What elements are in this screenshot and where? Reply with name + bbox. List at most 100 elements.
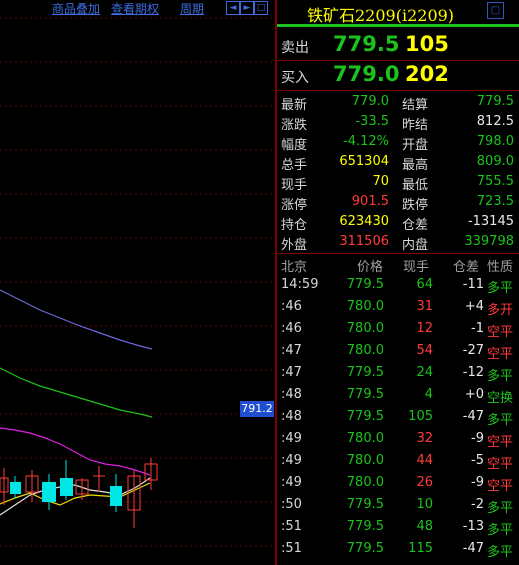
tick-row[interactable]: :47 779.5 24 -12 多平 xyxy=(277,362,519,384)
instrument-title: 铁矿石2209(i2209) xyxy=(307,6,455,25)
tick-time: :51 xyxy=(281,519,302,534)
tick-volume: 115 xyxy=(408,541,433,556)
tick-oi-change: -27 xyxy=(462,343,484,358)
header-price: 价格 xyxy=(357,260,384,275)
tick-price: 779.5 xyxy=(346,277,384,292)
tick-row[interactable]: :51 779.5 48 -13 多平 xyxy=(277,516,519,538)
nav-zoom-icon[interactable]: □ xyxy=(254,1,268,15)
ma-line-green xyxy=(0,367,153,418)
sell-price: 779.5 xyxy=(333,32,400,56)
sell-label: 卖出 xyxy=(281,40,309,56)
tick-nature: 空平 xyxy=(487,347,514,362)
quote-field-row: 最新 779.0 结算 779.5 xyxy=(277,92,519,113)
field-label: 内盘 xyxy=(402,238,429,253)
quote-field-row: 持仓 623430 仓差 -13145 xyxy=(277,212,519,233)
quote-panel: 铁矿石2209(i2209) ▢ 卖出 779.5 105 买入 779.0 2… xyxy=(277,0,519,565)
tick-time: :51 xyxy=(281,541,302,556)
tick-row[interactable]: :47 780.0 54 -27 空平 xyxy=(277,340,519,362)
tick-row[interactable]: :46 780.0 12 -1 空平 xyxy=(277,318,519,340)
quote-field-row: 总手 651304 最高 809.0 xyxy=(277,152,519,173)
info-icon[interactable]: ▢ xyxy=(487,2,504,19)
tick-row[interactable]: :48 779.5 4 +0 空换 xyxy=(277,384,519,406)
tick-oi-change: -9 xyxy=(471,475,484,490)
tick-volume: 44 xyxy=(416,453,433,468)
ticks-header: 北京 价格 现手 仓差 性质 xyxy=(277,254,519,275)
tick-oi-change: -9 xyxy=(471,431,484,446)
field-label: 现手 xyxy=(281,178,308,193)
tick-time: :48 xyxy=(281,387,302,402)
instrument-header: 铁矿石2209(i2209) ▢ xyxy=(277,0,519,26)
field-label: 涨跌 xyxy=(281,118,308,133)
field-label: 持仓 xyxy=(281,218,308,233)
tick-row[interactable]: :49 780.0 26 -9 空平 xyxy=(277,472,519,494)
field-value: 723.5 xyxy=(476,194,514,209)
tick-price: 779.5 xyxy=(346,497,384,512)
tick-price: 780.0 xyxy=(346,321,384,336)
kline-canvas[interactable] xyxy=(0,0,275,565)
tick-volume: 24 xyxy=(416,365,433,380)
field-label: 仓差 xyxy=(402,218,429,233)
quote-field-row: 涨停 901.5 跌停 723.5 xyxy=(277,192,519,213)
tick-row[interactable]: :51 779.5 115 -47 多平 xyxy=(277,538,519,560)
field-value: -33.5 xyxy=(355,114,389,129)
tick-time: :50 xyxy=(281,497,302,512)
tick-time: :49 xyxy=(281,453,302,468)
view-options-link[interactable]: 查看期权 xyxy=(111,0,159,17)
tick-volume: 48 xyxy=(416,519,433,534)
kline-chart[interactable]: 商品叠加 查看期权 周期 ◄ ► □ 791.2 xyxy=(0,0,275,565)
period-link[interactable]: 周期 xyxy=(180,0,204,17)
field-value: 339798 xyxy=(464,234,514,249)
tick-volume: 54 xyxy=(416,343,433,358)
tick-row[interactable]: :49 780.0 32 -9 空平 xyxy=(277,428,519,450)
tick-volume: 32 xyxy=(416,431,433,446)
field-label: 开盘 xyxy=(402,138,429,153)
tick-nature: 空平 xyxy=(487,325,514,340)
field-label: 最低 xyxy=(402,178,429,193)
buy-row[interactable]: 买入 779.0 202 xyxy=(277,60,519,90)
tick-volume: 12 xyxy=(416,321,433,336)
field-value: 311506 xyxy=(339,234,389,249)
tick-row[interactable]: 14:59 779.5 64 -11 多平 xyxy=(277,274,519,296)
tick-price: 779.5 xyxy=(346,541,384,556)
tick-nature: 空平 xyxy=(487,457,514,472)
quote-field-row: 现手 70 最低 755.5 xyxy=(277,172,519,193)
tick-nature: 空平 xyxy=(487,479,514,494)
tick-nature: 多平 xyxy=(487,369,514,384)
tick-row[interactable]: :46 780.0 31 +4 多开 xyxy=(277,296,519,318)
tick-nature: 多开 xyxy=(487,303,514,318)
tick-oi-change: -11 xyxy=(462,277,484,292)
chart-toolbar: 商品叠加 查看期权 周期 ◄ ► □ xyxy=(0,0,275,17)
field-label: 结算 xyxy=(402,98,429,113)
tick-time: :48 xyxy=(281,409,302,424)
tick-row[interactable]: :50 779.5 10 -2 多平 xyxy=(277,494,519,516)
candlesticks xyxy=(0,458,158,528)
divider-line xyxy=(277,90,519,91)
tick-row[interactable]: :49 780.0 44 -5 空平 xyxy=(277,450,519,472)
tick-price: 780.0 xyxy=(346,299,384,314)
tick-nature: 空平 xyxy=(487,435,514,450)
buy-label: 买入 xyxy=(281,70,309,86)
tick-price: 780.0 xyxy=(346,475,384,490)
overlay-link[interactable]: 商品叠加 xyxy=(52,0,100,17)
tick-row[interactable]: :48 779.5 105 -47 多平 xyxy=(277,406,519,428)
tick-time: 14:59 xyxy=(281,277,319,292)
field-value: -13145 xyxy=(467,214,514,229)
tick-nature: 多平 xyxy=(487,501,514,516)
tick-volume: 10 xyxy=(416,497,433,512)
tick-price: 779.5 xyxy=(346,387,384,402)
tick-time: :47 xyxy=(281,365,302,380)
grid-lines xyxy=(0,17,275,547)
field-value: 798.0 xyxy=(476,134,514,149)
nav-next-icon[interactable]: ► xyxy=(240,1,254,15)
tick-oi-change: -5 xyxy=(471,453,484,468)
field-label: 幅度 xyxy=(281,138,308,153)
tick-time: :46 xyxy=(281,321,302,336)
nav-prev-icon[interactable]: ◄ xyxy=(226,1,240,15)
sell-row[interactable]: 卖出 779.5 105 xyxy=(277,30,519,60)
header-volume: 现手 xyxy=(403,260,430,275)
quote-field-row: 幅度 -4.12% 开盘 798.0 xyxy=(277,132,519,153)
field-label: 最新 xyxy=(281,98,308,113)
tick-time: :47 xyxy=(281,343,302,358)
tick-volume: 31 xyxy=(416,299,433,314)
tick-price: 779.5 xyxy=(346,365,384,380)
